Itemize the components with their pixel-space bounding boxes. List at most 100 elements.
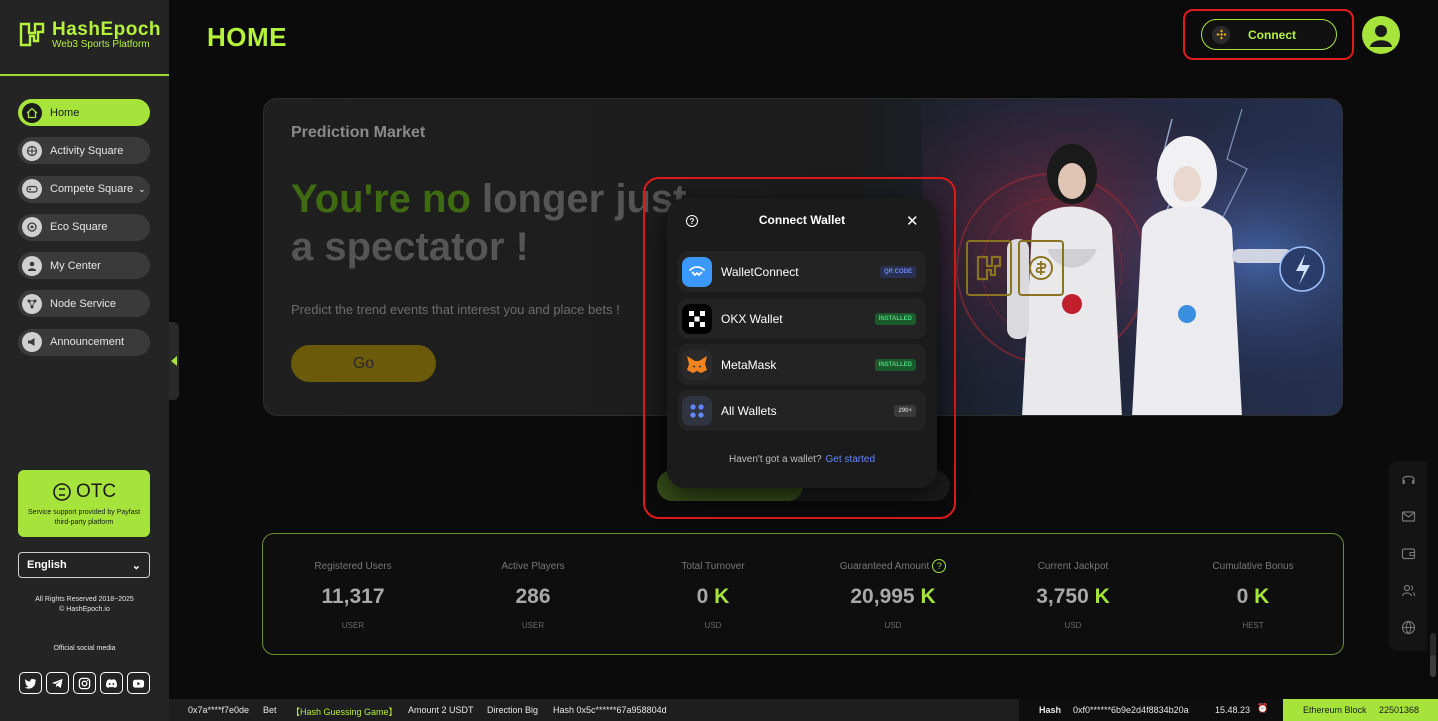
otc-card[interactable]: OTC Service support provided by Payfast … — [18, 470, 150, 537]
footer-text: Haven't got a wallet? — [729, 454, 822, 465]
stat-guaranteed-amount: Guaranteed Amount? 20,995 K USD — [803, 534, 983, 654]
discord-icon[interactable] — [100, 672, 123, 694]
wallet-name: WalletConnect — [721, 264, 799, 279]
wallet-option-okx[interactable]: OKX Wallet INSTALLED — [678, 298, 926, 339]
headset-icon[interactable] — [1389, 461, 1427, 498]
ticker-hash-item: Hash 0x5c******67a958804d — [553, 705, 667, 715]
connect-wallet-modal: ? Connect Wallet ✕ WalletConnect QR CODE… — [667, 198, 937, 488]
block-label: Ethereum Block — [1303, 705, 1367, 715]
grid-icon — [682, 395, 712, 426]
wallet-name: OKX Wallet — [721, 311, 783, 326]
stat-unit: USER — [521, 621, 545, 630]
stat-value: 11,317 — [321, 585, 385, 608]
go-button[interactable]: Go — [291, 345, 436, 382]
stat-value: 286 — [515, 585, 551, 608]
modal-title: Connect Wallet — [758, 213, 846, 227]
app-root: HashEpoch Web3 Sports Platform Home Acti… — [0, 0, 1438, 721]
hash-value: 0xf0******6b9e2d4f8834b20a — [1073, 705, 1189, 715]
chevron-down-icon: ⌄ — [138, 183, 146, 194]
wallet-icon[interactable] — [1389, 535, 1427, 572]
ticker-amount: Amount 2 USDT — [408, 705, 474, 715]
sidebar-item-activity-square[interactable]: Activity Square — [18, 137, 150, 165]
modal-footer: Haven't got a wallet? Get started — [667, 454, 937, 465]
ticker-action: Bet — [263, 705, 277, 715]
wallet-badge: QR CODE — [879, 265, 916, 278]
avatar[interactable] — [1362, 16, 1400, 54]
sidebar-nav: Home Activity Square Compete Square ⌄ Ec… — [18, 99, 150, 367]
sidebar-item-node-service[interactable]: Node Service — [18, 290, 150, 318]
sidebar-item-my-center[interactable]: My Center — [18, 252, 150, 280]
block-value: 22501368 — [1379, 705, 1420, 715]
brand-logo[interactable]: HashEpoch Web3 Sports Platform — [18, 20, 161, 50]
sidebar-item-home[interactable]: Home — [18, 99, 150, 126]
stat-label: Total Turnover — [681, 560, 745, 572]
activity-icon — [22, 140, 42, 161]
sidebar-collapse-toggle[interactable] — [169, 322, 179, 400]
stat-unit: USD — [884, 621, 902, 630]
connect-label: Connect — [1248, 27, 1296, 42]
sidebar-item-label: Compete Square — [50, 183, 134, 196]
otc-exchange-icon — [53, 483, 71, 501]
sidebar-item-label: Node Service — [50, 297, 117, 310]
stat-active-players: Active Players 286 USER — [443, 534, 623, 654]
wallet-badge: 290+ — [894, 404, 916, 417]
sidebar-item-announcement[interactable]: Announcement — [18, 328, 150, 356]
home-icon — [22, 102, 42, 123]
user-avatar-icon — [1370, 25, 1392, 47]
language-select[interactable]: English ⌄ — [18, 552, 150, 578]
globe-icon[interactable] — [1389, 609, 1427, 646]
node-icon — [22, 293, 42, 314]
banner-label: Prediction Market — [291, 124, 426, 141]
hash-label: Hash — [1039, 705, 1062, 715]
ticker-address: 0x7a****f7e0de — [188, 705, 250, 715]
telegram-icon[interactable] — [46, 672, 69, 694]
connect-button[interactable]: Connect — [1201, 19, 1337, 50]
sidebar-item-label: Activity Square — [50, 144, 124, 157]
sidebar-item-label: Eco Square — [50, 221, 108, 234]
youtube-icon[interactable] — [127, 672, 150, 694]
sidebar-item-eco-square[interactable]: Eco Square — [18, 213, 150, 241]
users-icon[interactable] — [1389, 572, 1427, 609]
instagram-icon[interactable] — [73, 672, 96, 694]
stat-value: 20,995 — [850, 585, 921, 608]
brand-name: HashEpoch — [52, 19, 162, 40]
triangle-left-icon — [171, 356, 177, 366]
mail-icon[interactable] — [1389, 498, 1427, 535]
wallet-name: All Wallets — [721, 403, 777, 418]
get-started-link[interactable]: Get started — [826, 454, 875, 465]
page-title: HOME — [207, 22, 287, 52]
sidebar-item-compete-square[interactable]: Compete Square ⌄ — [18, 175, 150, 203]
scrollbar-thumb[interactable] — [1430, 655, 1436, 677]
stat-suffix: K — [1254, 585, 1270, 608]
stat-label: Guaranteed Amount — [839, 560, 930, 572]
ethereum-block: Ethereum Block 22501368 — [1283, 699, 1438, 721]
stat-suffix: K — [920, 585, 936, 608]
page-scrollbar[interactable] — [1430, 633, 1436, 677]
wallet-option-all-wallets[interactable]: All Wallets 290+ — [678, 390, 926, 431]
headline-line2: a spectator ! — [291, 225, 529, 269]
okx-icon — [682, 303, 712, 334]
help-icon[interactable]: ? — [932, 559, 947, 573]
wallet-name: MetaMask — [721, 357, 777, 372]
language-value: English — [27, 559, 67, 571]
banner-description: Predict the trend events that interest y… — [291, 302, 620, 317]
stat-registered-users: Registered Users 11,317 USER — [263, 534, 443, 654]
stat-label: Current Jackpot — [1037, 560, 1109, 572]
social-label: Official social media — [53, 645, 116, 652]
close-icon[interactable]: ✕ — [906, 212, 919, 230]
stat-unit: USER — [341, 621, 365, 630]
sidebar: HashEpoch Web3 Sports Platform Home Acti… — [0, 0, 169, 721]
hashepoch-logo-icon — [19, 22, 45, 47]
wallet-option-walletconnect[interactable]: WalletConnect QR CODE — [678, 251, 926, 292]
stat-unit: USD — [704, 621, 722, 630]
stat-current-jackpot: Current Jackpot 3,750 K USD — [983, 534, 1163, 654]
announcement-icon — [22, 332, 42, 353]
twitter-icon[interactable] — [19, 672, 42, 694]
sidebar-item-label: Home — [50, 106, 80, 119]
fund-custody-badge-icon — [1018, 240, 1064, 296]
stat-total-turnover: Total Turnover 0 K USD — [623, 534, 803, 654]
eco-icon — [22, 217, 42, 238]
alarm-clock-icon: ⏰ — [1257, 703, 1269, 713]
latest-hash: Hash 0xf0******6b9e2d4f8834b20a 15.48.23… — [1019, 699, 1285, 721]
wallet-option-metamask[interactable]: MetaMask INSTALLED — [678, 344, 926, 385]
